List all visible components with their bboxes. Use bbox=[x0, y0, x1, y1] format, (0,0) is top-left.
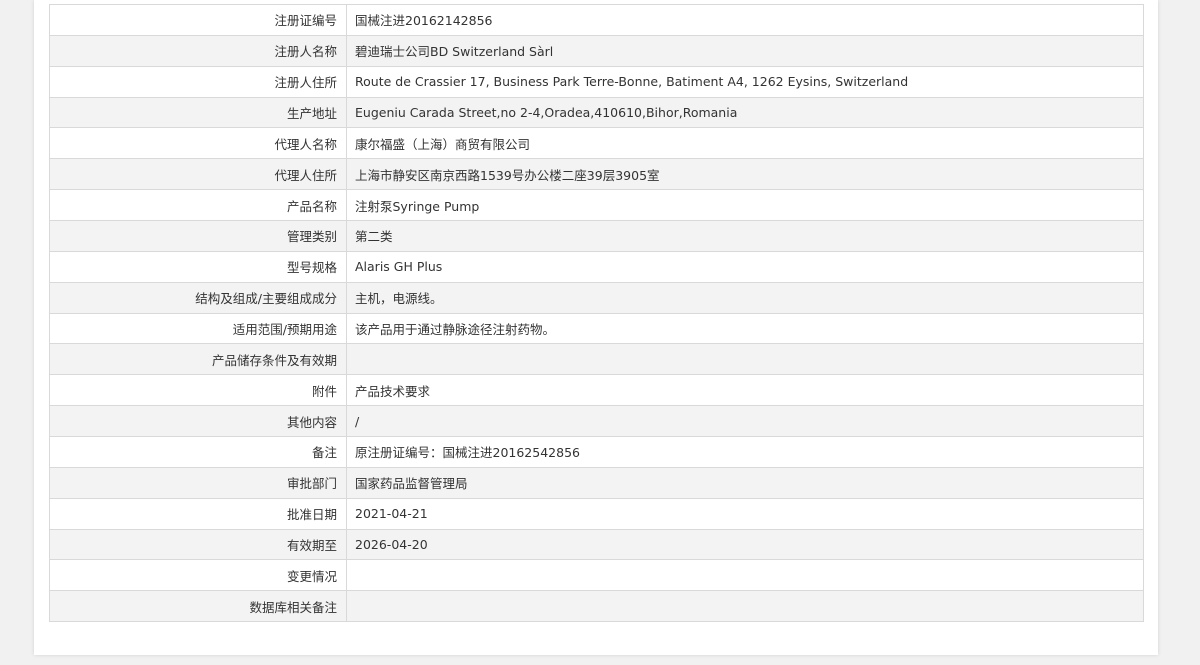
table-row: 产品名称 注射泵Syringe Pump bbox=[49, 189, 1144, 222]
table-row: 结构及组成/主要组成成分 主机，电源线。 bbox=[49, 281, 1144, 314]
field-label: 附件 bbox=[49, 374, 347, 407]
field-value: 产品技术要求 bbox=[346, 374, 1144, 407]
registration-detail-table: 注册证编号 国械注进20162142856 注册人名称 碧迪瑞士公司BD Switze… bbox=[49, 4, 1144, 623]
table-row: 附件 产品技术要求 bbox=[49, 374, 1144, 407]
field-value: 上海市静安区南京西路1539号办公楼二座39层3905室 bbox=[346, 158, 1144, 191]
field-label: 批准日期 bbox=[49, 497, 347, 530]
field-label: 其他内容 bbox=[49, 405, 347, 438]
table-row: 其他内容 / bbox=[49, 405, 1144, 438]
table-row: 变更情况 bbox=[49, 559, 1144, 592]
detail-table-body: 注册证编号 国械注进20162142856 注册人名称 碧迪瑞士公司BD Switze… bbox=[49, 4, 1144, 623]
field-value: 国家药品监督管理局 bbox=[346, 466, 1144, 499]
field-label: 代理人名称 bbox=[49, 127, 347, 160]
field-value bbox=[346, 590, 1144, 623]
table-row: 生产地址 Eugeniu Carada Street,no 2-4,Oradea,… bbox=[49, 96, 1144, 129]
field-label: 审批部门 bbox=[49, 466, 347, 499]
field-label: 代理人住所 bbox=[49, 158, 347, 191]
table-row: 代理人住所 上海市静安区南京西路1539号办公楼二座39层3905室 bbox=[49, 158, 1144, 191]
table-row: 有效期至 2026-04-20 bbox=[49, 528, 1144, 561]
field-value: Eugeniu Carada Street,no 2-4,Oradea,4106… bbox=[346, 96, 1144, 129]
table-row: 审批部门 国家药品监督管理局 bbox=[49, 466, 1144, 499]
table-row: 注册人名称 碧迪瑞士公司BD Switzerland Sàrl bbox=[49, 34, 1144, 67]
field-label: 生产地址 bbox=[49, 96, 347, 129]
table-row: 产品储存条件及有效期 bbox=[49, 343, 1144, 376]
table-row: 型号规格 Alaris GH Plus bbox=[49, 250, 1144, 283]
field-value: 2026-04-20 bbox=[346, 528, 1144, 561]
field-value: 2021-04-21 bbox=[346, 497, 1144, 530]
table-row: 批准日期 2021-04-21 bbox=[49, 497, 1144, 530]
field-value: 注射泵Syringe Pump bbox=[346, 189, 1144, 222]
field-value bbox=[346, 343, 1144, 376]
field-value: 原注册证编号：国械注进20162542856 bbox=[346, 436, 1144, 468]
field-label: 有效期至 bbox=[49, 528, 347, 561]
field-label: 变更情况 bbox=[49, 559, 347, 592]
table-row: 管理类别 第二类 bbox=[49, 220, 1144, 252]
field-label: 注册人住所 bbox=[49, 65, 347, 98]
field-value: / bbox=[346, 405, 1144, 438]
field-label: 注册人名称 bbox=[49, 34, 347, 67]
table-row: 注册人住所 Route de Crassier 17, Business Park… bbox=[49, 65, 1144, 98]
field-value: Alaris GH Plus bbox=[346, 250, 1144, 283]
table-row: 注册证编号 国械注进20162142856 bbox=[49, 4, 1144, 36]
field-label: 备注 bbox=[49, 436, 347, 468]
table-row: 数据库相关备注 bbox=[49, 590, 1144, 623]
detail-card: 注册证编号 国械注进20162142856 注册人名称 碧迪瑞士公司BD Switze… bbox=[34, 0, 1158, 655]
field-label: 适用范围/预期用途 bbox=[49, 312, 347, 345]
field-label: 产品储存条件及有效期 bbox=[49, 343, 347, 376]
field-label: 数据库相关备注 bbox=[49, 590, 347, 623]
table-row: 适用范围/预期用途 该产品用于通过静脉途径注射药物。 bbox=[49, 312, 1144, 345]
field-value: Route de Crassier 17, Business Park Terr… bbox=[346, 65, 1144, 98]
field-value: 国械注进20162142856 bbox=[346, 4, 1144, 36]
field-value: 主机，电源线。 bbox=[346, 281, 1144, 314]
field-label: 管理类别 bbox=[49, 220, 347, 252]
field-label: 型号规格 bbox=[49, 250, 347, 283]
field-value: 第二类 bbox=[346, 220, 1144, 252]
field-value bbox=[346, 559, 1144, 592]
field-label: 注册证编号 bbox=[49, 4, 347, 36]
table-row: 代理人名称 康尔福盛（上海）商贸有限公司 bbox=[49, 127, 1144, 160]
field-label: 结构及组成/主要组成成分 bbox=[49, 281, 347, 314]
field-value: 碧迪瑞士公司BD Switzerland Sàrl bbox=[346, 34, 1144, 67]
field-label: 产品名称 bbox=[49, 189, 347, 222]
table-row: 备注 原注册证编号：国械注进20162542856 bbox=[49, 436, 1144, 468]
field-value: 康尔福盛（上海）商贸有限公司 bbox=[346, 127, 1144, 160]
field-value: 该产品用于通过静脉途径注射药物。 bbox=[346, 312, 1144, 345]
